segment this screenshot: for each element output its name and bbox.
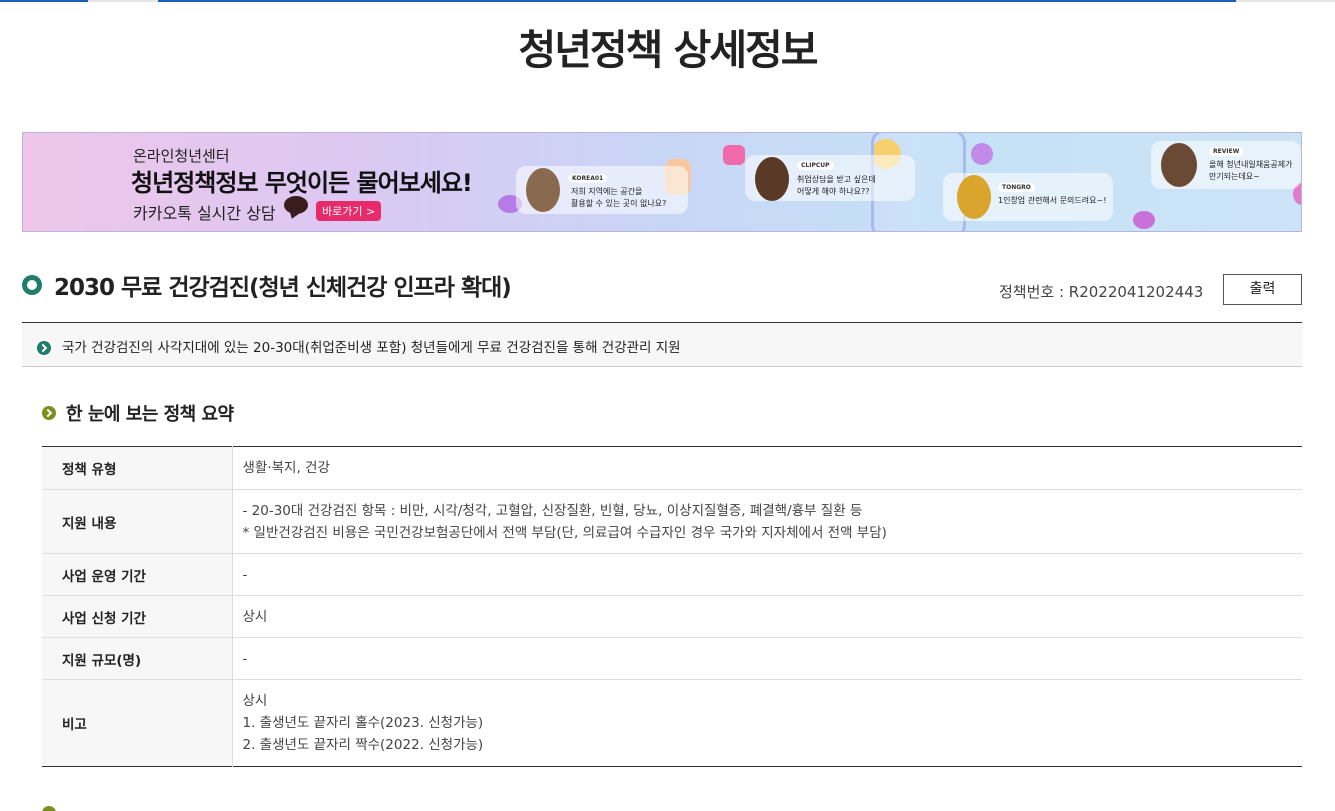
row-label: 정책 유형: [42, 446, 233, 490]
chat-bubble: CLIPCUP 취업상담을 받고 싶은데 어떻게 해야 하나요??: [745, 155, 915, 201]
kakao-consult-banner[interactable]: 온라인청년센터 청년정책정보 무엇이든 물어보세요! 카카오톡 실시간 상담 바…: [22, 132, 1302, 232]
table-row: 비고 상시 1. 출생년도 끝자리 홀수(2023. 신청가능) 2. 출생년도…: [42, 679, 1302, 767]
row-label: 사업 신청 기간: [42, 595, 233, 638]
row-value-line: 생활·복지, 건강: [242, 460, 330, 476]
row-label: 지원 규모(명): [42, 637, 233, 680]
row-label: 비고: [42, 679, 233, 767]
banner-go-button[interactable]: 바로가기 >: [316, 201, 382, 221]
row-value: -: [232, 553, 1302, 596]
top-nav-bar: [0, 0, 1335, 2]
row-label: 사업 운영 기간: [42, 553, 233, 596]
decor-heart-icon: [723, 145, 745, 165]
bubble-text: 취업상담을 받고 싶은데: [797, 175, 876, 184]
row-value: 상시: [232, 595, 1302, 638]
chat-bubble: TONGRO 1인창업 관련해서 문의드려요~!: [943, 173, 1113, 221]
row-value: 생활·복지, 건강: [232, 446, 1302, 490]
speech-bubble-icon: [284, 196, 308, 214]
decor-circle: [971, 143, 993, 165]
print-button[interactable]: 출력: [1223, 274, 1302, 305]
circle-bullet-icon: [22, 275, 42, 295]
row-label: 지원 내용: [42, 489, 233, 554]
avatar: [526, 168, 560, 212]
banner-kakao-text: 카카오톡 실시간 상담: [133, 204, 276, 223]
avatar: [1161, 143, 1197, 187]
row-value: - 20-30대 건강검진 항목 : 비만, 시각/청각, 고혈압, 신장질환,…: [232, 489, 1302, 554]
chat-bubble: KOREA01 저희 지역에는 공간을 활용할 수 있는 곳이 없나요?: [516, 166, 688, 214]
policy-summary-table: 정책 유형 생활·복지, 건강 지원 내용 - 20-30대 건강검진 항목 :…: [42, 446, 1302, 767]
avatar: [957, 175, 991, 219]
row-value-line: 상시: [242, 608, 268, 625]
policy-title: 2030 무료 건강검진(청년 신체건강 인프라 확대): [54, 275, 512, 301]
chevron-right-icon: [42, 806, 56, 811]
bubble-tag: REVIEW: [1209, 147, 1244, 156]
table-row: 지원 규모(명) -: [42, 637, 1302, 680]
policy-description: 국가 건강검진의 사각지대에 있는 20-30대(취업준비생 포함) 청년들에게…: [62, 340, 681, 356]
row-value-line: 상시: [242, 693, 268, 709]
policy-number: 정책번호 : R2022041202443: [999, 283, 1204, 301]
banner-headline: 청년정책정보 무엇이든 물어보세요!: [131, 169, 473, 197]
bubble-text: 올해 청년내일채움공제가: [1209, 160, 1293, 169]
bubble-tag: TONGRO: [998, 183, 1035, 192]
avatar: [755, 157, 789, 201]
chevron-right-icon: [42, 406, 56, 420]
bubble-text: 저희 지역에는 공간을: [571, 187, 643, 196]
row-value-line: 2. 출생년도 끝자리 짝수(2022. 신청가능): [242, 737, 484, 753]
policy-description-box: 국가 건강검진의 사각지대에 있는 20-30대(취업준비생 포함) 청년들에게…: [22, 322, 1302, 367]
row-value: 상시 1. 출생년도 끝자리 홀수(2023. 신청가능) 2. 출생년도 끝자…: [232, 680, 1302, 767]
top-nav-tab-right[interactable]: [1236, 0, 1335, 2]
chat-bubble: REVIEW 올해 청년내일채움공제가 만기되는데요~: [1151, 141, 1301, 189]
decor-circle: [1133, 211, 1155, 229]
table-row: 정책 유형 생활·복지, 건강: [42, 446, 1302, 490]
row-value-line: * 일반건강검진 비용은 국민건강보험공단에서 전액 부담(단, 의료급여 수급…: [242, 524, 887, 541]
row-value-line: - 20-30대 건강검진 항목 : 비만, 시각/청각, 고혈압, 신장질환,…: [242, 502, 863, 519]
row-value-line: 1. 출생년도 끝자리 홀수(2023. 신청가능): [242, 715, 484, 731]
chevron-right-icon: [37, 341, 51, 355]
table-row: 지원 내용 - 20-30대 건강검진 항목 : 비만, 시각/청각, 고혈압,…: [42, 489, 1302, 554]
policy-header: 2030 무료 건강검진(청년 신체건강 인프라 확대) 정책번호 : R202…: [22, 268, 1302, 305]
bubble-text: 만기되는데요~: [1209, 172, 1260, 181]
section-title: 한 눈에 보는 정책 요약: [66, 404, 234, 425]
top-nav-tab[interactable]: [88, 0, 158, 2]
bubble-text: 어떻게 해야 하나요??: [797, 187, 870, 196]
page-title: 청년정책 상세정보: [518, 26, 818, 74]
row-value-line: -: [242, 566, 248, 583]
table-row: 사업 운영 기간 -: [42, 553, 1302, 596]
bubble-text: 활용할 수 있는 곳이 없나요?: [571, 199, 667, 208]
bubble-tag: KOREA01: [568, 174, 608, 183]
row-value: -: [232, 637, 1302, 680]
table-row: 사업 신청 기간 상시: [42, 595, 1302, 638]
bubble-tag: CLIPCUP: [797, 161, 834, 170]
row-value-line: -: [242, 650, 248, 667]
bubble-text: 1인창업 관련해서 문의드려요~!: [998, 196, 1107, 205]
